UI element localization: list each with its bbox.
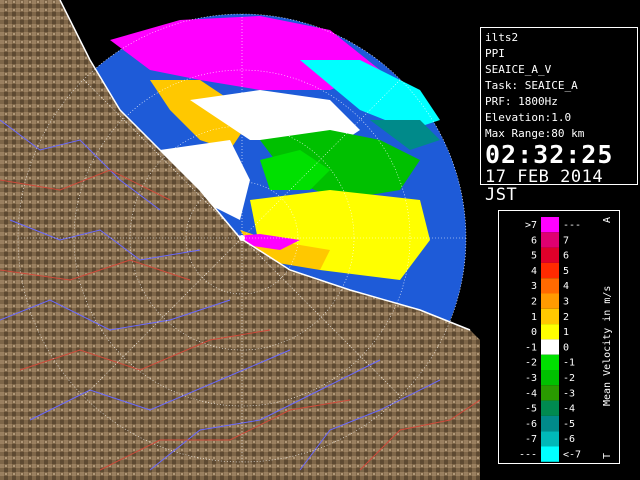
legend-swatch: [541, 262, 559, 279]
legend-swatch: [541, 370, 559, 386]
legend-swatch: [541, 324, 559, 340]
legend-left-label: 2: [531, 297, 537, 308]
legend-right-label: -1: [563, 358, 575, 369]
legend-left-label: >7: [525, 220, 537, 231]
legend-right-label: ---: [563, 220, 581, 231]
legend-right-label: -5: [563, 419, 575, 430]
info-task: Task: SEAICE_A: [485, 79, 578, 92]
legend-right-label: -4: [563, 404, 575, 415]
legend-left-label: -3: [525, 373, 537, 384]
radar-ppi-svg: [0, 0, 480, 480]
legend-right-label: 5: [563, 266, 569, 277]
legend-left-label: 5: [531, 251, 537, 262]
velocity-legend: >7 --- 6 7 5 6 4 5 3 4 2 3 1 2 0 1 -1 0 -2 -1 -3 -2 -4 -3 -5 -4 -6…: [498, 210, 620, 464]
legend-svg: >7 --- 6 7 5 6 4 5 3 4 2 3 1 2 0 1 -1 0 -2 -1 -3 -2 -4 -3 -5 -4 -6…: [519, 217, 613, 462]
info-elevation: Elevation:1.0: [485, 111, 572, 124]
legend-left-label: -4: [525, 388, 537, 399]
info-site: ilts2: [485, 31, 519, 44]
legend-swatch: [541, 217, 559, 233]
radar-display: ilts2 PPI SEAICE_A_V Task: SEAICE_A PRF:…: [0, 0, 640, 480]
legend-left-label: 4: [531, 266, 537, 277]
radar-ppi-map[interactable]: [0, 0, 480, 480]
info-panel: ilts2 PPI SEAICE_A_V Task: SEAICE_A PRF:…: [480, 27, 638, 204]
legend-right-label: -3: [563, 388, 575, 399]
legend-right-label: 6: [563, 251, 569, 262]
legend-right-label: -6: [563, 434, 575, 445]
legend-swatch: [541, 293, 559, 309]
legend-swatch: [541, 339, 559, 355]
legend-swatch: [541, 354, 559, 370]
legend-left-label: 3: [531, 281, 537, 292]
legend-swatch: [541, 446, 559, 462]
info-product: SEAICE_A_V: [485, 63, 552, 76]
legend-left-label: -6: [525, 419, 537, 430]
legend-top-marker: A: [602, 217, 613, 223]
legend-swatch: [541, 415, 559, 432]
legend-right-label: 3: [563, 297, 569, 308]
legend-right-label: 0: [563, 342, 569, 353]
legend-swatch: [541, 400, 559, 416]
legend-right-label: -2: [563, 373, 575, 384]
legend-bottom-marker: T: [602, 453, 613, 459]
legend-right-label: 4: [563, 281, 569, 292]
legend-swatch: [541, 308, 559, 325]
legend-swatch: [541, 385, 559, 401]
legend-swatch: [541, 431, 559, 447]
legend-right-label: <-7: [563, 450, 581, 461]
legend-left-label: 0: [531, 327, 537, 338]
legend-left-label: -5: [525, 404, 537, 415]
legend-left-label: -7: [525, 434, 537, 445]
legend-right-label: 7: [563, 235, 569, 246]
legend-left-label: 6: [531, 235, 537, 246]
legend-right-label: 2: [563, 312, 569, 323]
legend-swatch: [541, 232, 559, 248]
legend-left-label: 1: [531, 312, 537, 323]
legend-swatch: [541, 247, 559, 263]
legend-right-label: 1: [563, 327, 569, 338]
info-prf: PRF: 1800Hz: [485, 95, 558, 108]
legend-left-label: ---: [519, 450, 537, 461]
radar-site-marker: [239, 235, 245, 241]
scan-date: 17 FEB 2014 JST: [485, 167, 604, 205]
legend-left-label: -1: [525, 342, 537, 353]
legend-swatch: [541, 278, 559, 294]
legend-left-label: -2: [525, 358, 537, 369]
scan-time: 02:32:25: [485, 140, 614, 169]
legend-title: Mean Velocity in m/s: [602, 286, 613, 406]
info-scan-type: PPI: [485, 47, 505, 60]
